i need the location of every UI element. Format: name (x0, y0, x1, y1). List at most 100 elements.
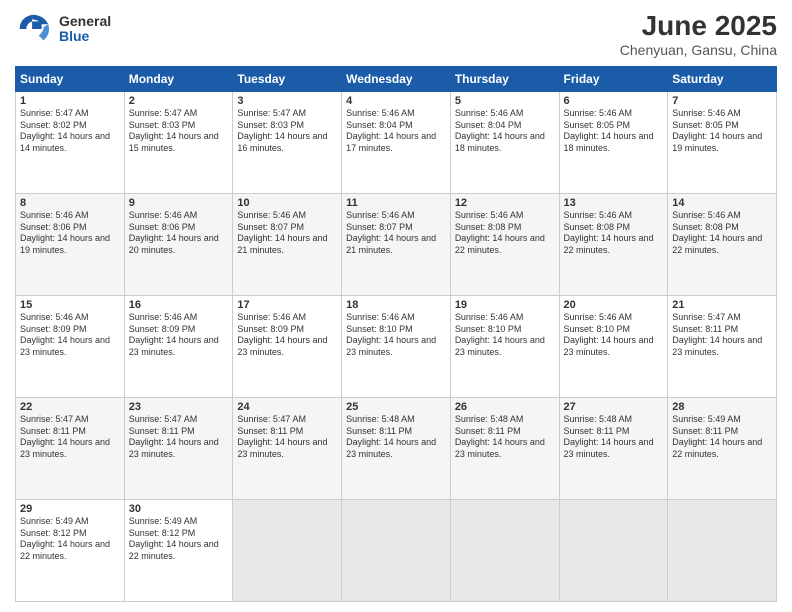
day-cell (342, 500, 451, 602)
day-cell: 4Sunrise: 5:46 AMSunset: 8:04 PMDaylight… (342, 92, 451, 194)
header-monday: Monday (124, 67, 233, 92)
header-wednesday: Wednesday (342, 67, 451, 92)
header-tuesday: Tuesday (233, 67, 342, 92)
day-info: Sunrise: 5:46 AMSunset: 8:07 PMDaylight:… (346, 210, 446, 257)
day-number: 10 (237, 197, 337, 209)
day-number: 20 (564, 299, 664, 311)
day-number: 27 (564, 401, 664, 413)
weekday-header-row: Sunday Monday Tuesday Wednesday Thursday… (16, 67, 777, 92)
day-cell: 2Sunrise: 5:47 AMSunset: 8:03 PMDaylight… (124, 92, 233, 194)
day-info: Sunrise: 5:48 AMSunset: 8:11 PMDaylight:… (564, 414, 664, 461)
day-number: 2 (129, 95, 229, 107)
day-cell: 24Sunrise: 5:47 AMSunset: 8:11 PMDayligh… (233, 398, 342, 500)
header-saturday: Saturday (668, 67, 777, 92)
header-sunday: Sunday (16, 67, 125, 92)
calendar-title: June 2025 (620, 10, 777, 42)
day-info: Sunrise: 5:46 AMSunset: 8:10 PMDaylight:… (455, 312, 555, 359)
week-row-1: 1Sunrise: 5:47 AMSunset: 8:02 PMDaylight… (16, 92, 777, 194)
page: General Blue June 2025 Chenyuan, Gansu, … (0, 0, 792, 612)
day-number: 26 (455, 401, 555, 413)
calendar-table: Sunday Monday Tuesday Wednesday Thursday… (15, 66, 777, 602)
day-cell (233, 500, 342, 602)
logo-general-text: General (59, 14, 111, 29)
day-cell: 23Sunrise: 5:47 AMSunset: 8:11 PMDayligh… (124, 398, 233, 500)
day-number: 28 (672, 401, 772, 413)
day-cell: 11Sunrise: 5:46 AMSunset: 8:07 PMDayligh… (342, 194, 451, 296)
week-row-5: 29Sunrise: 5:49 AMSunset: 8:12 PMDayligh… (16, 500, 777, 602)
day-info: Sunrise: 5:47 AMSunset: 8:02 PMDaylight:… (20, 108, 120, 155)
day-cell: 9Sunrise: 5:46 AMSunset: 8:06 PMDaylight… (124, 194, 233, 296)
day-cell: 22Sunrise: 5:47 AMSunset: 8:11 PMDayligh… (16, 398, 125, 500)
day-info: Sunrise: 5:46 AMSunset: 8:08 PMDaylight:… (672, 210, 772, 257)
day-info: Sunrise: 5:46 AMSunset: 8:06 PMDaylight:… (20, 210, 120, 257)
day-cell: 5Sunrise: 5:46 AMSunset: 8:04 PMDaylight… (450, 92, 559, 194)
day-info: Sunrise: 5:47 AMSunset: 8:11 PMDaylight:… (20, 414, 120, 461)
day-info: Sunrise: 5:46 AMSunset: 8:04 PMDaylight:… (346, 108, 446, 155)
logo-icon (15, 10, 53, 48)
day-number: 14 (672, 197, 772, 209)
day-cell: 3Sunrise: 5:47 AMSunset: 8:03 PMDaylight… (233, 92, 342, 194)
day-number: 7 (672, 95, 772, 107)
day-number: 18 (346, 299, 446, 311)
day-cell: 18Sunrise: 5:46 AMSunset: 8:10 PMDayligh… (342, 296, 451, 398)
day-number: 8 (20, 197, 120, 209)
day-number: 30 (129, 503, 229, 515)
day-cell (668, 500, 777, 602)
day-number: 13 (564, 197, 664, 209)
day-info: Sunrise: 5:46 AMSunset: 8:09 PMDaylight:… (20, 312, 120, 359)
day-number: 5 (455, 95, 555, 107)
day-info: Sunrise: 5:46 AMSunset: 8:07 PMDaylight:… (237, 210, 337, 257)
day-info: Sunrise: 5:46 AMSunset: 8:06 PMDaylight:… (129, 210, 229, 257)
day-info: Sunrise: 5:48 AMSunset: 8:11 PMDaylight:… (455, 414, 555, 461)
day-info: Sunrise: 5:48 AMSunset: 8:11 PMDaylight:… (346, 414, 446, 461)
day-number: 22 (20, 401, 120, 413)
week-row-2: 8Sunrise: 5:46 AMSunset: 8:06 PMDaylight… (16, 194, 777, 296)
day-info: Sunrise: 5:49 AMSunset: 8:12 PMDaylight:… (129, 516, 229, 563)
day-number: 6 (564, 95, 664, 107)
calendar-subtitle: Chenyuan, Gansu, China (620, 42, 777, 58)
header-friday: Friday (559, 67, 668, 92)
day-cell (559, 500, 668, 602)
day-info: Sunrise: 5:46 AMSunset: 8:10 PMDaylight:… (346, 312, 446, 359)
day-cell: 6Sunrise: 5:46 AMSunset: 8:05 PMDaylight… (559, 92, 668, 194)
logo-text: General Blue (59, 14, 111, 45)
day-info: Sunrise: 5:47 AMSunset: 8:03 PMDaylight:… (129, 108, 229, 155)
day-number: 24 (237, 401, 337, 413)
day-info: Sunrise: 5:46 AMSunset: 8:10 PMDaylight:… (564, 312, 664, 359)
week-row-3: 15Sunrise: 5:46 AMSunset: 8:09 PMDayligh… (16, 296, 777, 398)
day-info: Sunrise: 5:46 AMSunset: 8:05 PMDaylight:… (672, 108, 772, 155)
day-cell: 27Sunrise: 5:48 AMSunset: 8:11 PMDayligh… (559, 398, 668, 500)
day-info: Sunrise: 5:47 AMSunset: 8:11 PMDaylight:… (672, 312, 772, 359)
day-info: Sunrise: 5:46 AMSunset: 8:08 PMDaylight:… (564, 210, 664, 257)
day-info: Sunrise: 5:46 AMSunset: 8:05 PMDaylight:… (564, 108, 664, 155)
day-cell: 21Sunrise: 5:47 AMSunset: 8:11 PMDayligh… (668, 296, 777, 398)
logo-blue-text: Blue (59, 29, 111, 44)
day-cell: 14Sunrise: 5:46 AMSunset: 8:08 PMDayligh… (668, 194, 777, 296)
day-number: 3 (237, 95, 337, 107)
day-info: Sunrise: 5:47 AMSunset: 8:11 PMDaylight:… (129, 414, 229, 461)
title-area: June 2025 Chenyuan, Gansu, China (620, 10, 777, 58)
day-cell: 16Sunrise: 5:46 AMSunset: 8:09 PMDayligh… (124, 296, 233, 398)
day-number: 15 (20, 299, 120, 311)
day-info: Sunrise: 5:46 AMSunset: 8:04 PMDaylight:… (455, 108, 555, 155)
day-info: Sunrise: 5:46 AMSunset: 8:09 PMDaylight:… (129, 312, 229, 359)
day-number: 4 (346, 95, 446, 107)
day-number: 21 (672, 299, 772, 311)
day-cell: 10Sunrise: 5:46 AMSunset: 8:07 PMDayligh… (233, 194, 342, 296)
day-info: Sunrise: 5:46 AMSunset: 8:09 PMDaylight:… (237, 312, 337, 359)
day-cell: 8Sunrise: 5:46 AMSunset: 8:06 PMDaylight… (16, 194, 125, 296)
day-cell: 30Sunrise: 5:49 AMSunset: 8:12 PMDayligh… (124, 500, 233, 602)
logo: General Blue (15, 10, 111, 48)
day-info: Sunrise: 5:49 AMSunset: 8:12 PMDaylight:… (20, 516, 120, 563)
day-cell: 26Sunrise: 5:48 AMSunset: 8:11 PMDayligh… (450, 398, 559, 500)
day-cell (450, 500, 559, 602)
day-number: 25 (346, 401, 446, 413)
day-number: 11 (346, 197, 446, 209)
day-number: 23 (129, 401, 229, 413)
header-thursday: Thursday (450, 67, 559, 92)
day-number: 19 (455, 299, 555, 311)
day-info: Sunrise: 5:49 AMSunset: 8:11 PMDaylight:… (672, 414, 772, 461)
day-number: 17 (237, 299, 337, 311)
day-number: 1 (20, 95, 120, 107)
day-cell: 1Sunrise: 5:47 AMSunset: 8:02 PMDaylight… (16, 92, 125, 194)
